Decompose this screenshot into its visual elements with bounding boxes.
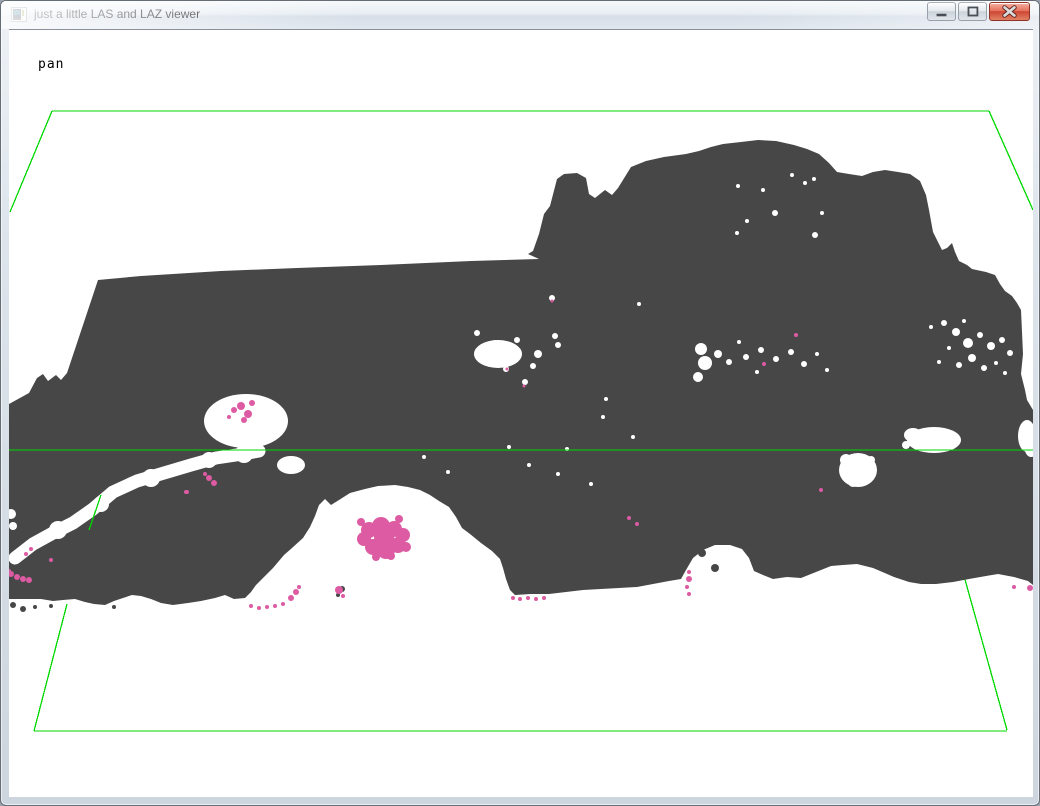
point-cloud-scene (9, 30, 1033, 797)
window-title: just a little LAS and LAZ viewer (34, 7, 200, 21)
app-icon (11, 7, 27, 22)
viewport-canvas[interactable]: pan (9, 29, 1033, 797)
minimize-icon (928, 3, 955, 20)
close-icon (990, 3, 1029, 20)
mode-indicator: pan (38, 57, 64, 72)
app-window: just a little LAS and LAZ viewer (0, 0, 1040, 806)
minimize-button[interactable] (927, 2, 956, 21)
maximize-button[interactable] (958, 2, 987, 21)
close-button[interactable] (989, 2, 1030, 21)
window-controls (927, 2, 1030, 21)
maximize-icon (959, 3, 986, 20)
titlebar[interactable]: just a little LAS and LAZ viewer (1, 1, 1039, 29)
